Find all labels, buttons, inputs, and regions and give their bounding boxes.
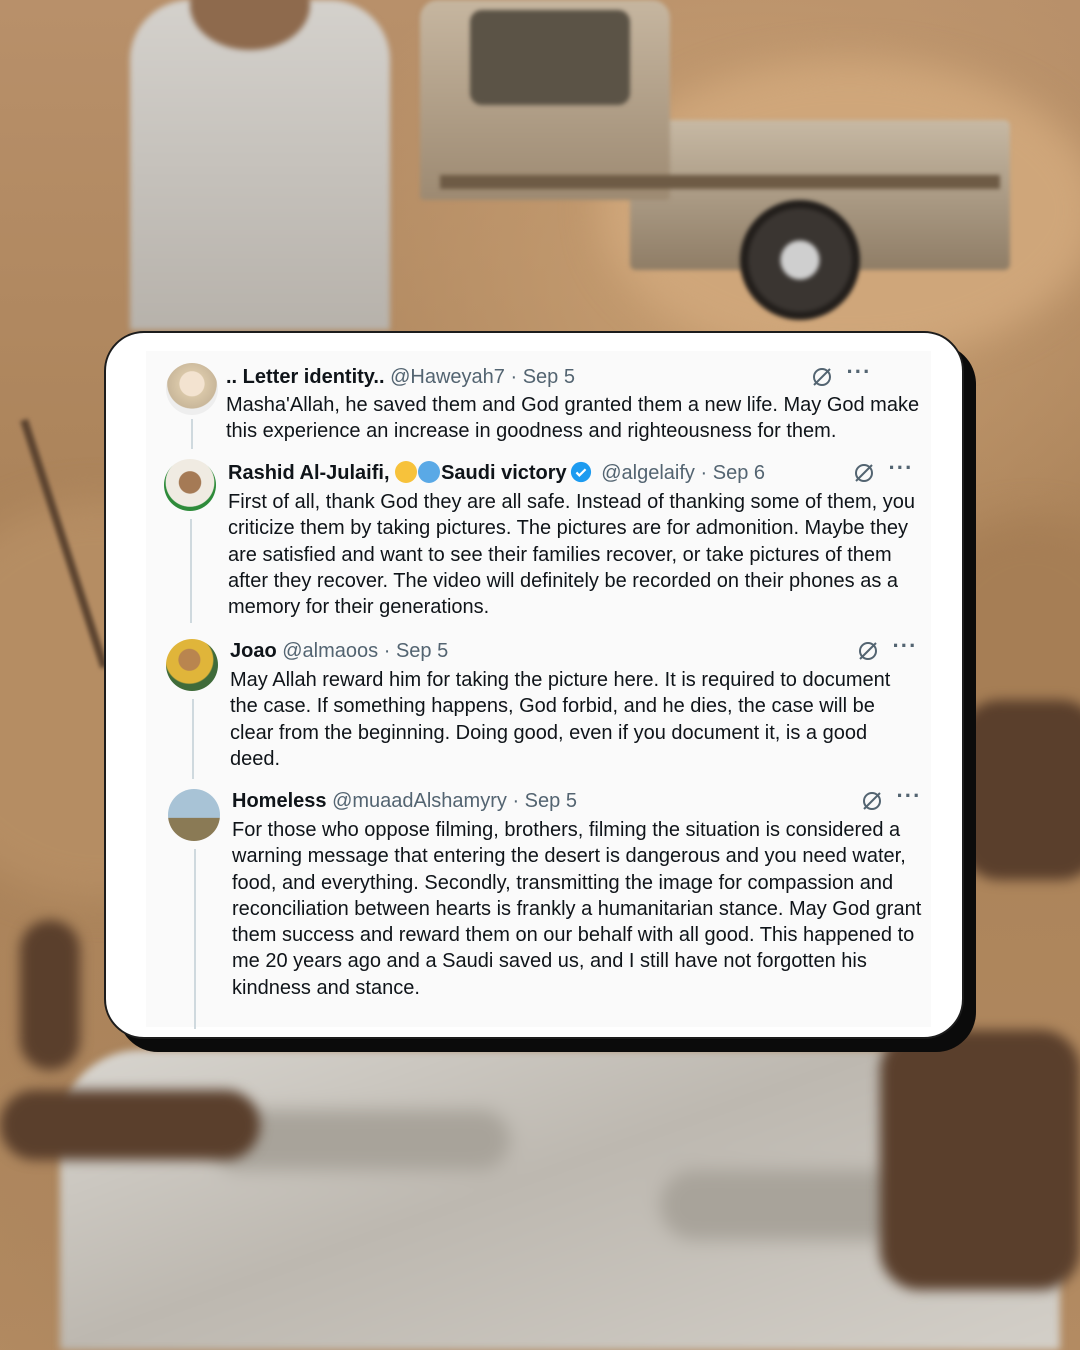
user-handle[interactable]: @muaadAlshamyry [332, 790, 507, 812]
grok-icon[interactable] [810, 365, 834, 389]
reply-tweet[interactable]: Joao @almaoos · Sep 5 ··· May Allah rewa… [146, 621, 931, 779]
replies-card: .. Letter identity.. @Haweyah7 · Sep 5 ·… [104, 331, 964, 1039]
replies-thread: .. Letter identity.. @Haweyah7 · Sep 5 ·… [146, 351, 931, 1029]
thread-line [194, 849, 196, 1029]
display-name-suffix[interactable]: Saudi victory [441, 462, 567, 484]
user-handle[interactable]: @almaoos [282, 640, 378, 662]
tweet-header: .. Letter identity.. @Haweyah7 · Sep 5 [226, 365, 575, 389]
tweet-actions: ··· [852, 457, 912, 485]
tweet-header: Homeless @muaadAlshamyry · Sep 5 [232, 789, 577, 813]
thread-line [192, 699, 194, 779]
tweet-text: For those who oppose filming, brothers, … [232, 819, 922, 999]
tweet-actions: ··· [856, 635, 916, 663]
blue-heart-emoji [418, 461, 441, 483]
user-handle[interactable]: @Haweyah7 [390, 366, 505, 388]
separator-dot: · [700, 462, 708, 484]
thread-line [190, 519, 192, 623]
more-icon[interactable]: ··· [892, 635, 916, 663]
display-name[interactable]: .. Letter identity.. [226, 366, 385, 388]
more-icon[interactable]: ··· [888, 457, 912, 485]
tweet-header: Rashid Al-Julaifi, Saudi victory @algela… [228, 461, 765, 485]
more-icon[interactable]: ··· [896, 785, 920, 813]
display-name[interactable]: Joao [230, 640, 277, 662]
avatar[interactable] [168, 789, 220, 841]
tweet-text: First of all, thank God they are all saf… [228, 491, 916, 619]
tweet-header: Joao @almaoos · Sep 5 [230, 639, 448, 663]
display-name[interactable]: Rashid Al-Julaifi, [228, 462, 390, 484]
standing-man [130, 0, 390, 330]
avatar[interactable] [166, 363, 218, 415]
tweet-actions: ··· [860, 785, 920, 813]
tweet-date[interactable]: Sep 5 [525, 790, 577, 812]
reply-tweet[interactable]: Rashid Al-Julaifi, Saudi victory @algela… [146, 443, 931, 623]
more-icon[interactable]: ··· [846, 361, 870, 389]
tweet-date[interactable]: Sep 6 [713, 462, 765, 484]
yellow-heart-emoji [395, 461, 418, 483]
separator-dot: · [383, 640, 391, 662]
separator-dot: · [512, 790, 520, 812]
pickup-truck [380, 0, 1020, 330]
tweet-date[interactable]: Sep 5 [523, 366, 575, 388]
reply-tweet[interactable]: .. Letter identity.. @Haweyah7 · Sep 5 ·… [146, 351, 931, 449]
display-name[interactable]: Homeless [232, 790, 327, 812]
grok-icon[interactable] [856, 639, 880, 663]
tweet-actions: ··· [810, 361, 870, 389]
tweet-date[interactable]: Sep 5 [396, 640, 448, 662]
grok-icon[interactable] [860, 789, 884, 813]
tweet-text: May Allah reward him for taking the pict… [230, 669, 891, 770]
verified-badge-icon [570, 461, 591, 483]
avatar[interactable] [164, 459, 216, 511]
separator-dot: · [510, 366, 518, 388]
avatar[interactable] [166, 639, 218, 691]
user-handle[interactable]: @algelaify [601, 462, 695, 484]
reply-tweet[interactable]: Homeless @muaadAlshamyry · Sep 5 ··· For… [146, 771, 931, 1029]
grok-icon[interactable] [852, 461, 876, 485]
tweet-text: Masha'Allah, he saved them and God grant… [226, 394, 920, 443]
